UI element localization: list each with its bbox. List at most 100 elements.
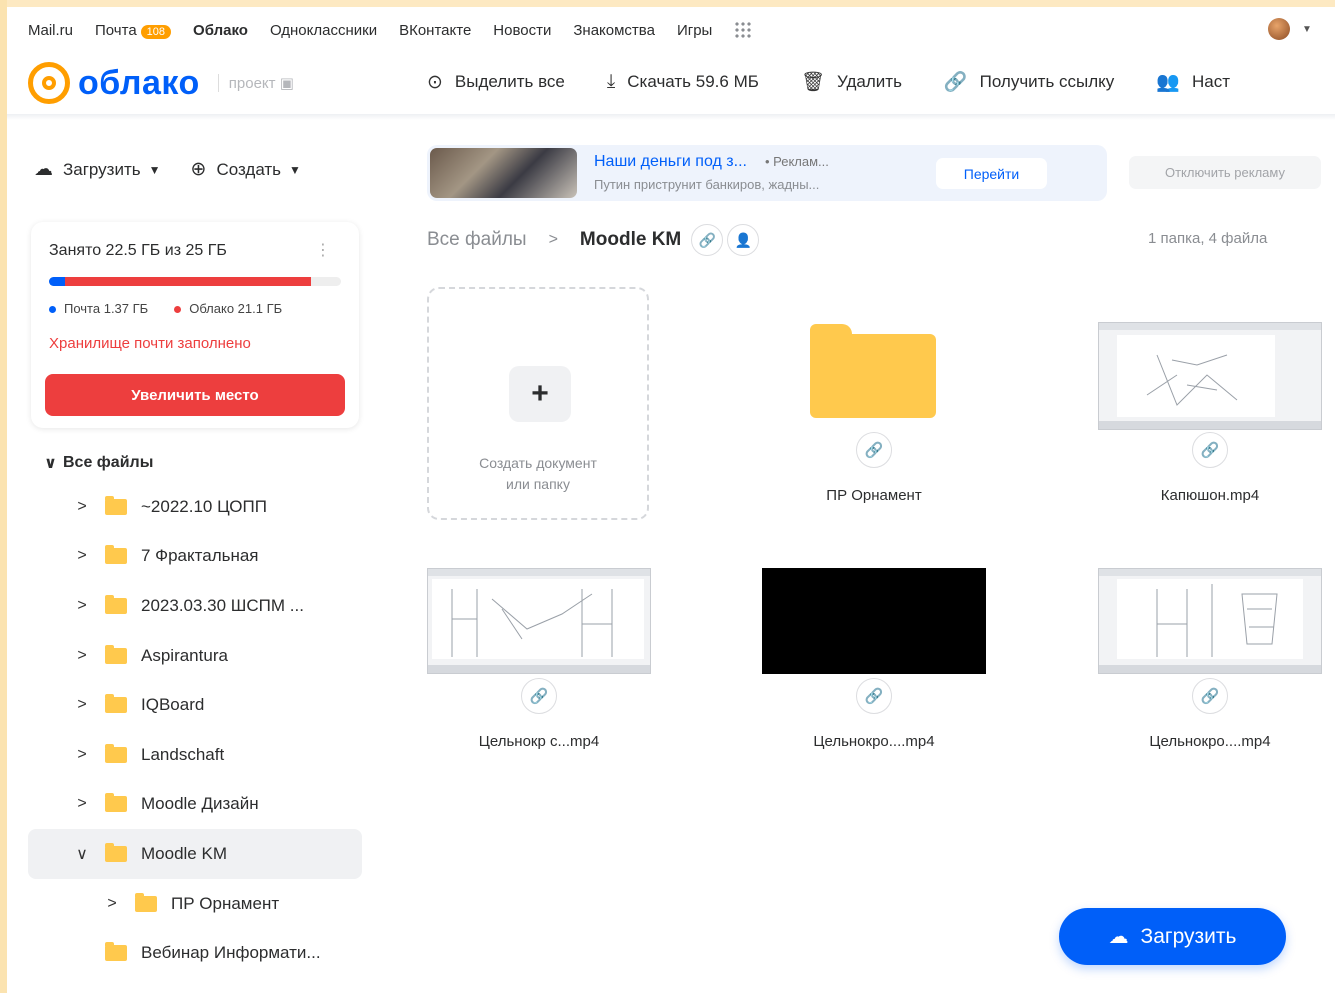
plus-icon[interactable]: + — [509, 366, 571, 422]
create-tile-line2: или папку — [506, 476, 570, 492]
share-users-icon[interactable]: 👤 — [727, 224, 760, 256]
chevron-down-icon[interactable]: ∨ — [44, 453, 57, 473]
tree-root-label: Все файлы — [63, 454, 154, 471]
portal-link-games[interactable]: Игры — [677, 22, 712, 39]
file-name: Цельнокро....mp4 — [813, 733, 935, 750]
tree-item[interactable]: >2023.03.30 ШСПМ ... — [28, 581, 362, 631]
portal-link-mailru[interactable]: Mail.ru — [28, 22, 73, 39]
settings-button[interactable]: 👥 Наст — [1156, 70, 1230, 94]
cloud-upload-icon: ☁ — [34, 159, 53, 180]
storage-bar-cloud — [65, 277, 311, 286]
avatar[interactable] — [1268, 18, 1290, 40]
thumb-canvas — [432, 579, 644, 659]
link-icon[interactable]: 🔗 — [856, 432, 892, 468]
apps-grid-icon[interactable] — [734, 21, 753, 39]
delete-button[interactable]: 🗑 Удалить — [801, 70, 902, 94]
cloud-dot-icon — [174, 306, 182, 314]
video-thumbnail — [427, 568, 651, 674]
ad-image — [430, 148, 577, 198]
get-link-button[interactable]: 🔗 Получить ссылку — [944, 70, 1114, 94]
portal-link-ok[interactable]: Одноклассники — [270, 22, 377, 39]
users-icon: 👥 — [1156, 72, 1180, 93]
folder-icon — [105, 495, 127, 515]
sketch-drawing — [451, 589, 613, 657]
chevron-right-icon[interactable]: > — [73, 498, 91, 516]
cloud-logo[interactable]: облако проект ▣ — [28, 62, 294, 104]
tree-item[interactable]: > IQBoard — [28, 680, 362, 730]
thumb-topbar — [1099, 569, 1321, 576]
user-menu[interactable]: ▼ — [1268, 18, 1312, 40]
tree-root-all-files[interactable]: ∨ Все файлы — [28, 444, 362, 482]
chevron-right-icon[interactable]: > — [73, 597, 91, 615]
portal-link-cloud[interactable]: Облако — [193, 22, 248, 39]
link-icon[interactable]: 🔗 — [1192, 678, 1228, 714]
portal-link-mail-label: Почта — [95, 21, 137, 39]
portal-link-news[interactable]: Новости — [493, 22, 551, 39]
folder-icon — [105, 793, 127, 813]
sketch-drawing — [1156, 584, 1278, 657]
header-divider — [7, 114, 1335, 120]
tree-item[interactable]: >7 Фрактальная — [28, 532, 362, 582]
breadcrumb-root[interactable]: Все файлы — [427, 229, 527, 251]
ad-title-line: Наши деньги под з... • Реклам... — [594, 153, 829, 171]
portal-link-mail[interactable]: Почта 108 — [95, 21, 172, 39]
create-dropdown[interactable]: ⊕ Создать ▼ — [191, 158, 301, 181]
create-document-tile[interactable]: + Создать документ или папку — [427, 287, 649, 520]
get-link-label: Получить ссылку — [979, 72, 1115, 91]
mail-count-badge: 108 — [140, 24, 172, 39]
project-label-text: проект — [228, 75, 276, 92]
storage-bar-mail — [49, 277, 65, 286]
upload-fab-button[interactable]: ☁ Загрузить — [1059, 908, 1286, 965]
chevron-down-icon[interactable]: ▼ — [1302, 24, 1312, 35]
increase-space-button[interactable]: Увеличить место — [45, 374, 345, 416]
disable-ads-button[interactable]: Отключить рекламу — [1129, 156, 1321, 189]
folder-icon — [105, 594, 127, 614]
portal-link-dating[interactable]: Знакомства — [573, 22, 655, 39]
folder-icon — [810, 324, 936, 418]
upload-dropdown[interactable]: ☁ Загрузить ▼ — [34, 158, 161, 181]
chevron-down-icon: ▼ — [148, 162, 161, 177]
at-sign-logo-icon — [28, 62, 70, 104]
chevron-right-icon[interactable]: > — [73, 647, 91, 665]
legend-cloud: Облако 21.1 ГБ — [174, 301, 282, 316]
ad-banner[interactable]: Наши деньги под з... • Реклам... Путин пр… — [427, 145, 1107, 201]
delete-label: Удалить — [837, 72, 902, 91]
tree-item[interactable]: > Aspirantura — [28, 631, 362, 681]
link-icon[interactable]: 🔗 — [856, 678, 892, 714]
download-button[interactable]: ⤓ Скачать 59.6 МБ — [607, 71, 759, 93]
link-icon[interactable]: 🔗 — [521, 678, 557, 714]
folder-content-count: 1 папка, 4 файла — [1148, 230, 1268, 247]
tree-item-label: Вебинар Информати... — [141, 943, 321, 963]
tree-item[interactable]: > ~2022.10 ЦОПП — [28, 482, 362, 532]
chevron-right-icon[interactable]: > — [73, 746, 91, 764]
folder-icon — [105, 694, 127, 714]
tree-item[interactable]: >Вебинар Информати... — [28, 928, 362, 978]
chevron-right-icon[interactable]: > — [73, 795, 91, 813]
chevron-right-icon[interactable]: > — [103, 895, 121, 913]
chevron-right-icon[interactable]: > — [73, 696, 91, 714]
file-name: Цельнокро....mp4 — [1149, 733, 1271, 750]
sidebar-actions: ☁ Загрузить ▼ ⊕ Создать ▼ — [34, 158, 331, 181]
select-all-button[interactable]: ⊙ Выделить все — [427, 71, 565, 94]
tree-item[interactable]: > Moodle Дизайн — [28, 780, 362, 830]
ad-go-button[interactable]: Перейти — [936, 158, 1047, 189]
chevron-down-icon[interactable]: ∨ — [73, 844, 91, 864]
upload-fab-label: Загрузить — [1140, 924, 1237, 948]
link-icon[interactable]: 🔗 — [691, 224, 724, 256]
tree-item-active[interactable]: ∨ Moodle KM — [28, 829, 362, 879]
folder-body-shape — [810, 334, 936, 418]
tree-item-label: Moodle KM — [141, 843, 227, 863]
thumb-canvas — [1117, 579, 1303, 659]
more-vertical-icon[interactable]: ⋮ — [315, 240, 331, 260]
tree-item-label: 7 Фрактальная — [141, 546, 259, 566]
thumb-topbar — [428, 569, 650, 576]
portal-link-vk[interactable]: ВКонтакте — [399, 22, 471, 39]
tree-item[interactable]: > Landschaft — [28, 730, 362, 780]
chevron-right-icon[interactable]: > — [73, 547, 91, 565]
tree-item[interactable]: > ПР Орнамент — [28, 879, 362, 929]
link-icon[interactable]: 🔗 — [1192, 432, 1228, 468]
thumb-bottombar — [1099, 421, 1321, 429]
tree-item-label: ПР Орнамент — [171, 893, 280, 913]
select-all-label: Выделить все — [454, 72, 565, 91]
folder-tree: ∨ Все файлы > ~2022.10 ЦОПП >7 Фрактальна… — [28, 444, 362, 978]
